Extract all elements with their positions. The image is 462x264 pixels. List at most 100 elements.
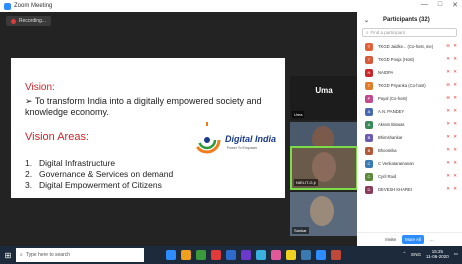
participant-video	[310, 196, 334, 226]
participant-row[interactable]: T TKGD Jaidke... (Co-host, me) ⊖ ✕	[357, 40, 462, 53]
active-speaker-tile[interactable]: NIELIT-G.ji	[290, 146, 358, 190]
recording-label: Recording...	[19, 18, 46, 24]
vision-areas-list: 1. Digital Infrastructure 2. Governance & …	[25, 158, 173, 191]
taskbar-app-icon[interactable]	[331, 250, 341, 260]
avatar: T	[365, 42, 373, 51]
maximize-icon[interactable]: □	[438, 1, 442, 9]
taskbar-app-icon[interactable]	[211, 250, 221, 260]
search-icon: ⌕	[366, 30, 369, 35]
list-item: 2. Governance & Services on demand	[25, 169, 174, 179]
avatar: T	[365, 55, 373, 64]
video-tile-uma[interactable]: Uma Uma	[290, 76, 358, 120]
participant-name: TKGD Jaidke... (Co-host, me)	[378, 44, 434, 49]
window-controls: — □ ✕	[421, 1, 458, 9]
language-indicator[interactable]: ENG	[411, 252, 421, 257]
mic-video-status-icon: ✕ ✕	[446, 56, 458, 61]
chevron-up-icon[interactable]: ⌃	[403, 251, 407, 257]
taskbar-apps	[166, 250, 341, 260]
participant-name-label: Uma	[292, 111, 305, 118]
avatar: A	[365, 120, 373, 129]
shared-slide: Vision: ➢ To transform India into a digi…	[11, 58, 285, 198]
slide-vision-title: Vision:	[25, 82, 55, 93]
participant-search-input[interactable]: ⌕ Find a participant	[362, 28, 457, 37]
taskbar-clock[interactable]: 15:25 11-06-2020	[426, 249, 449, 259]
participant-row[interactable]: T TKGD Priyanka (Co-host) ⊖ ✕	[357, 79, 462, 92]
avatar: B	[365, 133, 373, 142]
mute-all-button[interactable]: Mute All	[401, 235, 424, 244]
taskbar-app-icon[interactable]	[226, 250, 236, 260]
list-item: 1. Digital Infrastructure	[25, 158, 116, 168]
search-icon: ⌕	[20, 252, 23, 258]
taskbar-app-icon[interactable]	[316, 250, 326, 260]
taskbar-app-icon[interactable]	[181, 250, 191, 260]
taskbar-app-icon[interactable]	[196, 250, 206, 260]
avatar: N	[365, 68, 373, 77]
windows-start-icon[interactable]: ⊞	[0, 246, 16, 264]
avatar: A	[365, 107, 373, 116]
avatar: C	[365, 172, 373, 181]
notification-icon[interactable]: ▭	[454, 251, 458, 257]
mic-video-status-icon: ⊖ ✕	[446, 95, 458, 100]
window-title: Zoom Meeting	[14, 3, 53, 9]
participant-name-label: NIELIT-G.ji	[294, 179, 318, 186]
participant-name: Cyril Raid	[378, 174, 397, 179]
participants-title: Participants (32)	[383, 17, 430, 23]
mic-video-status-icon: ✕ ✕	[446, 173, 458, 178]
taskbar-app-icon[interactable]	[256, 250, 266, 260]
participant-row[interactable]: C Cyril Raid ✕ ✕	[357, 170, 462, 183]
participant-name: A.N. PANDEY	[378, 109, 405, 114]
participants-list: T TKGD Jaidke... (Co-host, me) ⊖ ✕ T TKGD Po…	[357, 40, 462, 196]
recording-indicator[interactable]: Recording...	[6, 16, 51, 26]
avatar: P	[365, 94, 373, 103]
taskbar-app-icon[interactable]	[241, 250, 251, 260]
logo-subtext: Power To Empower	[227, 146, 258, 150]
mic-video-status-icon: ⊖ ✕	[446, 43, 458, 48]
mic-video-status-icon: ✕ ✕	[446, 147, 458, 152]
participant-row[interactable]: B Bhimshankar ✕ ✕	[357, 131, 462, 144]
participant-row[interactable]: T TKGD Pooja (Host) ✕ ✕	[357, 53, 462, 66]
participant-row[interactable]: A Akram Biswas ✕ ✕	[357, 118, 462, 131]
avatar: T	[365, 81, 373, 90]
participant-row[interactable]: B Bhoomika ✕ ✕	[357, 144, 462, 157]
windows-taskbar: ⊞ ⌕ Type here to search ⌃ ENG 15:25 11-0…	[0, 246, 462, 264]
close-icon[interactable]: ✕	[452, 1, 458, 9]
invite-button[interactable]: Invite	[385, 237, 396, 242]
mic-video-status-icon: ✕ ✕	[446, 160, 458, 165]
participant-name: Payal (Co-host)	[378, 96, 408, 101]
taskbar-app-icon[interactable]	[301, 250, 311, 260]
zoom-window: Zoom Meeting — □ ✕ Recording... Vision: …	[0, 0, 462, 264]
participant-name: NAIDPA	[378, 70, 394, 75]
participants-panel: ⌄ Participants (32) ⌕ Find a participant…	[357, 12, 462, 246]
participants-footer: Invite Mute All ...	[357, 232, 462, 246]
avatar: B	[365, 146, 373, 155]
participant-row[interactable]: D DEVESH KHAREI ✕ ✕	[357, 183, 462, 196]
more-button[interactable]: ...	[430, 237, 434, 242]
participant-row[interactable]: A A.N. PANDEY ✕ ✕	[357, 105, 462, 118]
participant-row[interactable]: C C Venkataramanan ✕ ✕	[357, 157, 462, 170]
participant-name-label: Sankar	[292, 227, 309, 234]
participant-row[interactable]: N NAIDPA ✕ ✕	[357, 66, 462, 79]
participant-name: Akram Biswas	[378, 122, 405, 127]
participant-name: Bhoomika	[378, 148, 397, 153]
chevron-down-icon[interactable]: ⌄	[364, 17, 369, 24]
video-tile[interactable]: Sankar	[290, 192, 358, 236]
participant-name: DEVESH KHAREI	[378, 187, 412, 192]
record-dot-icon	[11, 18, 16, 24]
taskbar-app-icon[interactable]	[271, 250, 281, 260]
participant-row[interactable]: P Payal (Co-host) ⊖ ✕	[357, 92, 462, 105]
minimize-icon[interactable]: —	[421, 1, 428, 9]
mic-video-status-icon: ✕ ✕	[446, 134, 458, 139]
participant-video	[312, 152, 336, 182]
avatar: D	[365, 185, 373, 194]
participants-header: ⌄ Participants (32)	[357, 12, 462, 28]
taskbar-app-icon[interactable]	[286, 250, 296, 260]
title-bar: Zoom Meeting — □ ✕	[0, 0, 462, 12]
taskbar-app-icon[interactable]	[166, 250, 176, 260]
meeting-area: Recording... Vision: ➢ To transform Indi…	[0, 12, 358, 246]
taskbar-search-input[interactable]: ⌕ Type here to search	[16, 248, 144, 262]
logo-text: Digital India	[225, 134, 277, 144]
digital-india-logo-icon	[193, 122, 221, 154]
slide-vision-text: ➢ To transform India into a digitally em…	[25, 96, 262, 117]
participant-name: TKGD Pooja (Host)	[378, 57, 415, 62]
zoom-icon	[4, 2, 11, 10]
